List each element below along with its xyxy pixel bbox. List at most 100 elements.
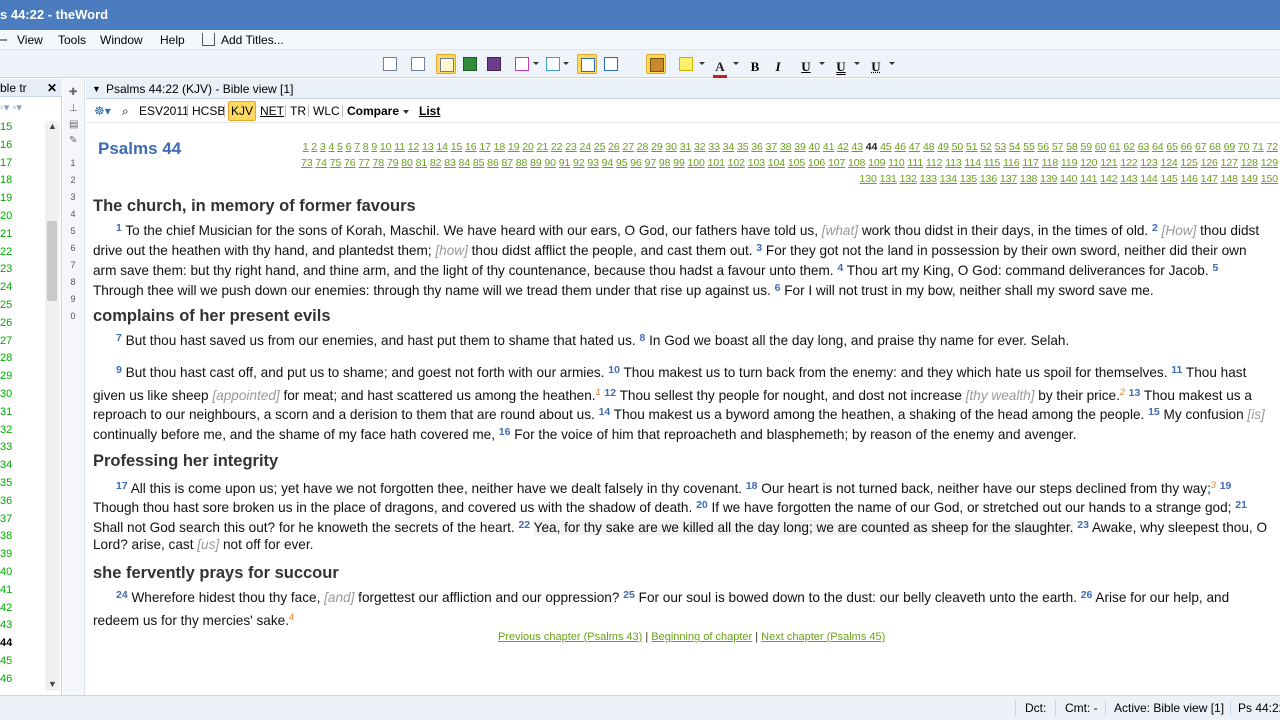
chapter-link[interactable]: 56	[1038, 141, 1049, 153]
chevron-down-icon[interactable]: ▼	[48, 679, 57, 689]
chapter-link[interactable]: 148	[1221, 173, 1238, 185]
footnote-marker[interactable]: 4	[289, 612, 294, 622]
verse-number[interactable]: 20	[696, 499, 708, 511]
chapter-link[interactable]: 18	[494, 141, 505, 153]
verse-number[interactable]: 16	[499, 426, 511, 438]
chapter-link[interactable]: 52	[980, 141, 991, 153]
verse-number[interactable]: 14	[599, 406, 611, 418]
chapter-link[interactable]: 43	[851, 141, 862, 153]
menu-window[interactable]: Window	[100, 32, 143, 48]
chapter-link[interactable]: 31	[680, 141, 691, 153]
chevron-down-icon[interactable]	[533, 62, 539, 65]
verse-number[interactable]: 18	[746, 480, 758, 492]
previous-chapter-link[interactable]: Previous chapter (Psalms 43)	[498, 631, 642, 643]
tree-item[interactable]: 33	[0, 441, 12, 453]
version-hcsb[interactable]: HCSB	[190, 103, 227, 119]
chapter-link[interactable]: 6	[346, 141, 352, 153]
chapter-link[interactable]: 138	[1020, 173, 1037, 185]
copy-button[interactable]	[408, 54, 428, 74]
chapter-link[interactable]: 146	[1181, 173, 1198, 185]
tree-item[interactable]: 32	[0, 424, 12, 436]
tree-item[interactable]: 16	[0, 139, 12, 151]
tree-item[interactable]: 46	[0, 673, 12, 685]
version-net[interactable]: NET	[258, 103, 286, 119]
chapter-link[interactable]: 91	[559, 157, 570, 169]
chapter-link[interactable]: 103	[748, 157, 765, 169]
chapter-link[interactable]: 113	[945, 157, 961, 169]
chapter-link[interactable]: 95	[616, 157, 627, 169]
chapter-link[interactable]: 141	[1080, 173, 1097, 185]
chapter-link[interactable]: 4	[328, 141, 334, 153]
chapter-link[interactable]: 19	[508, 141, 519, 153]
chapter-link[interactable]: 34	[723, 141, 734, 153]
version-kjv[interactable]: KJV	[228, 101, 256, 121]
chapter-link[interactable]: 85	[473, 157, 484, 169]
chapter-link[interactable]: 86	[487, 157, 498, 169]
chevron-down-icon[interactable]	[563, 62, 569, 65]
chapter-link[interactable]: 72	[1267, 141, 1278, 153]
chapter-link[interactable]: 16	[465, 141, 476, 153]
footnote-marker[interactable]: 3	[1211, 480, 1216, 490]
chapter-link[interactable]: 2	[311, 141, 317, 153]
chapter-link[interactable]: 48	[923, 141, 934, 153]
chapter-link[interactable]: 90	[544, 157, 555, 169]
chevron-down-icon[interactable]	[854, 62, 860, 65]
version-tr[interactable]: TR	[288, 103, 308, 119]
chapter-link[interactable]: 23	[565, 141, 576, 153]
tree-item[interactable]: 42	[0, 602, 12, 614]
chapter-link[interactable]: 145	[1160, 173, 1177, 185]
chapter-link[interactable]: 64	[1152, 141, 1163, 153]
chapter-link[interactable]: 53	[995, 141, 1006, 153]
menu-view[interactable]: View	[17, 32, 43, 48]
footnote-marker[interactable]: 2	[1120, 387, 1125, 397]
tree-item[interactable]: 19	[0, 192, 12, 204]
verse-number[interactable]: 2	[1152, 222, 1158, 234]
chapter-link[interactable]: 106	[808, 157, 825, 169]
chapter-link[interactable]: 112	[926, 157, 942, 169]
options-icon[interactable]: ☸▾	[92, 103, 113, 119]
chapter-link[interactable]: 144	[1140, 173, 1157, 185]
chapter-link[interactable]: 13	[422, 141, 433, 153]
chapter-link[interactable]: 27	[622, 141, 633, 153]
chevron-down-icon[interactable]	[699, 62, 705, 65]
chapter-link[interactable]: 45	[880, 141, 891, 153]
tree-item[interactable]: 34	[0, 459, 12, 471]
chapter-link[interactable]: 126	[1201, 157, 1218, 169]
bookmarks-button[interactable]	[484, 54, 504, 74]
chapter-link[interactable]: 117	[1022, 157, 1038, 169]
chapter-link[interactable]: 69	[1224, 141, 1235, 153]
tree-item[interactable]: 30	[0, 388, 12, 400]
highlight-button[interactable]	[676, 54, 696, 74]
chapter-link[interactable]: 104	[768, 157, 785, 169]
tree-options-icon[interactable]: ◦▾ ◦▾	[0, 101, 30, 115]
verse-number[interactable]: 5	[1212, 262, 1218, 274]
chevron-down-icon[interactable]	[733, 62, 739, 65]
tree-item[interactable]: 20	[0, 210, 12, 222]
new-window-button[interactable]	[380, 54, 400, 74]
verse-number[interactable]: 8	[639, 332, 645, 344]
tree-item[interactable]: 17	[0, 157, 12, 169]
verse-number[interactable]: 21	[1235, 499, 1247, 511]
verse-number[interactable]: 4	[837, 262, 843, 274]
chapter-link[interactable]: 12	[408, 141, 419, 153]
verse-number[interactable]: 22	[518, 519, 530, 531]
chapter-link[interactable]: 32	[694, 141, 705, 153]
chapter-link[interactable]: 75	[330, 157, 341, 169]
chapter-link[interactable]: 36	[751, 141, 762, 153]
chapter-link[interactable]: 65	[1166, 141, 1177, 153]
chapter-link[interactable]: 79	[387, 157, 398, 169]
scrollbar[interactable]: ▲ ▼	[45, 121, 59, 691]
close-icon[interactable]: ✕	[47, 79, 57, 97]
chapter-link[interactable]: 139	[1040, 173, 1057, 185]
verse-number[interactable]: 7	[116, 332, 122, 344]
panel-button[interactable]	[543, 54, 563, 74]
tree-item[interactable]: 18	[0, 174, 12, 186]
chapter-link[interactable]: 84	[459, 157, 470, 169]
list-link[interactable]: List	[417, 103, 442, 119]
chapter-link[interactable]: 92	[573, 157, 584, 169]
collapse-icon[interactable]: ▼	[92, 79, 101, 99]
chapter-link[interactable]: 41	[823, 141, 834, 153]
chapter-link[interactable]: 135	[960, 173, 977, 185]
footnote-marker[interactable]: 1	[596, 387, 601, 397]
tree-item[interactable]: 43	[0, 619, 12, 631]
